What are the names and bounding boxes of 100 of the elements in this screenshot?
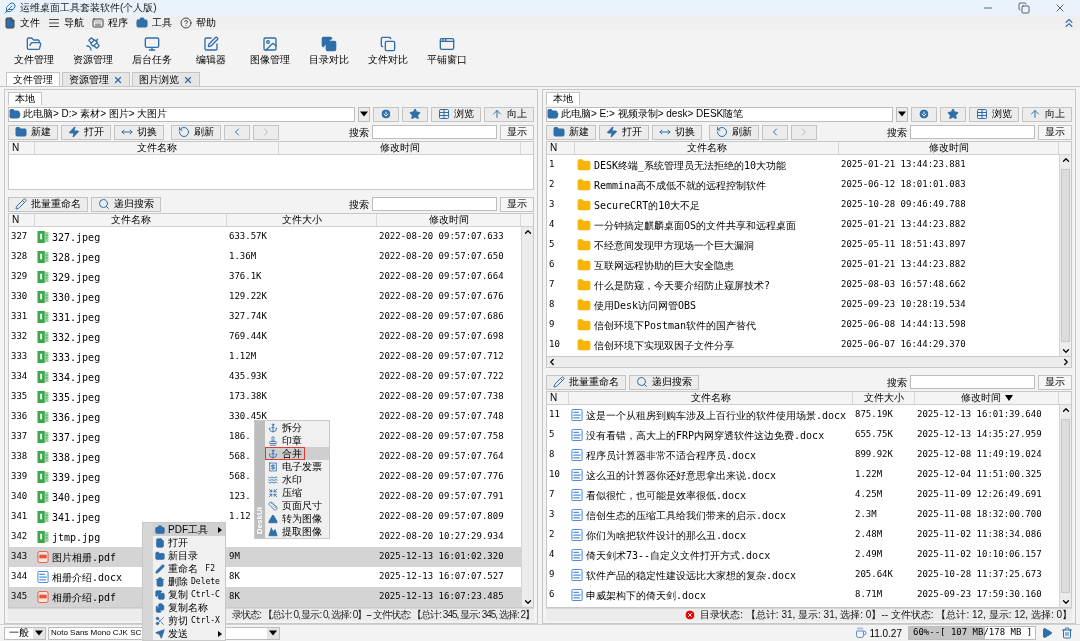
menu-item[interactable]: 水印 — [265, 473, 329, 486]
menu-item[interactable]: 复制 Ctrl-C — [153, 588, 225, 601]
menu-item[interactable]: 电子发票 — [265, 460, 329, 473]
toolbar-button[interactable]: 后台任务 — [122, 36, 181, 65]
menu-item[interactable]: 提取图像 — [265, 525, 329, 538]
toolbar-button[interactable]: 刷新 — [171, 124, 221, 140]
toolbar-button[interactable]: 新建 — [546, 124, 596, 140]
file-name: 一分钟搞定麒麟桌面OS的文件共享和远程桌面 — [594, 218, 797, 233]
column-header[interactable]: 修改时间 — [839, 142, 1059, 154]
document-tab[interactable]: 文件管理 — [6, 72, 60, 86]
column-header[interactable]: 文件名称 — [569, 392, 853, 404]
files-icon — [155, 602, 165, 613]
menu-item[interactable]: 转为图像 — [265, 512, 329, 525]
scrollbar[interactable] — [1059, 405, 1071, 607]
menu-item[interactable]: 新目录 — [153, 549, 225, 562]
toolbar-button[interactable]: 文件管理 — [4, 36, 63, 65]
favorite-button[interactable] — [940, 106, 966, 122]
search-field[interactable] — [372, 197, 497, 211]
menu-item[interactable]: 页面尺寸 — [265, 499, 329, 512]
toolbar-button[interactable]: 向上 — [484, 106, 534, 122]
show-button[interactable]: 显示 — [1038, 124, 1072, 140]
toolbar-button[interactable]: 目录对比 — [299, 36, 358, 65]
show-button[interactable]: 显示 — [500, 196, 534, 212]
scrollbar[interactable] — [521, 227, 533, 607]
column-header[interactable]: 文件名称 — [35, 214, 227, 226]
column-header[interactable]: N — [9, 142, 35, 154]
column-header[interactable]: N — [9, 214, 35, 226]
column-header[interactable]: 修改时间 — [377, 214, 521, 226]
menu-item[interactable]: 删除 Delete — [153, 575, 225, 588]
toolbar-button[interactable]: 打开 — [599, 124, 649, 140]
column-header[interactable]: 修改时间 — [915, 392, 1059, 404]
menu-item[interactable]: 压缩 — [265, 486, 329, 499]
scrollbar-thumb[interactable] — [1061, 169, 1070, 342]
column-header[interactable]: 文件名称 — [35, 142, 279, 154]
menu-item[interactable]: 打开 — [153, 536, 225, 549]
toolbar-button[interactable]: 递归搜索 — [629, 374, 699, 390]
dropdown-button[interactable] — [896, 106, 908, 122]
horizontal-scrollbar[interactable] — [546, 356, 1072, 368]
toolbar-button[interactable]: 浏览 — [969, 106, 1019, 122]
document-file-icon — [571, 589, 583, 601]
toolbar-button[interactable]: 新建 — [8, 124, 58, 140]
column-header[interactable]: 文件大小 — [227, 214, 377, 226]
file-size: 1.12 — [229, 510, 251, 524]
style-dropdown[interactable]: 一般 — [4, 626, 46, 640]
search-field[interactable] — [372, 125, 497, 139]
file-name: 这么丑的计算器你还好意思拿出来说.docx — [586, 468, 777, 483]
menu-item[interactable]: PDF工具 — [153, 523, 225, 536]
menu-item[interactable]: 合并 — [265, 447, 329, 460]
toolbar-button[interactable]: 批量重命名 — [546, 374, 626, 390]
document-file-icon — [571, 549, 583, 561]
toolbar-button[interactable]: 切换 — [114, 124, 164, 140]
menu-item[interactable]: 帮助 — [180, 16, 216, 29]
scrollbar-thumb[interactable] — [1061, 419, 1070, 593]
back-button[interactable] — [762, 124, 788, 140]
menu-item[interactable]: 印章 — [265, 434, 329, 447]
show-button[interactable]: 显示 — [500, 124, 534, 140]
menu-item[interactable]: 剪切 Ctrl-X — [153, 614, 225, 627]
pane-tab[interactable]: 本地 — [8, 92, 42, 105]
path-field[interactable]: 此电脑> E:> 视频录制> desk> DESK随笔 — [546, 106, 893, 122]
column-header[interactable]: 文件大小 — [853, 392, 915, 404]
show-button[interactable]: 显示 — [1038, 374, 1072, 390]
menu-item[interactable]: 拆分 — [265, 421, 329, 434]
toolbar-button[interactable]: 图像管理 — [240, 36, 299, 65]
column-header[interactable]: 修改时间 — [279, 142, 521, 154]
path-field[interactable]: 此电脑> D:> 素材> 图片> 大图片 — [8, 106, 355, 122]
modified-time: 2022-08-20 09:57:07.748 — [379, 410, 504, 424]
menu-item[interactable]: 工具 — [136, 16, 172, 29]
menu-item[interactable]: 复制名称 — [153, 601, 225, 614]
column-header[interactable]: 文件名称 — [575, 142, 839, 154]
back-button[interactable] — [224, 124, 250, 140]
toolbar-button[interactable]: 文件对比 — [358, 36, 417, 65]
search-field[interactable] — [910, 125, 1035, 139]
toolbar-button[interactable]: 递归搜索 — [91, 196, 161, 212]
toolbar-button[interactable]: 批量重命名 — [8, 196, 88, 212]
column-header[interactable]: N — [547, 392, 569, 404]
scrollbar[interactable] — [1059, 155, 1071, 356]
menu-item[interactable]: 文件 — [4, 16, 40, 29]
toolbar-button[interactable]: 平铺窗口 — [417, 36, 476, 65]
toolbar-button[interactable]: 刷新 — [709, 124, 759, 140]
menu-item[interactable]: 导航 — [48, 16, 84, 29]
menu-item[interactable]: 发送 — [153, 627, 225, 640]
document-tab[interactable]: 资源管理 — [62, 72, 130, 86]
toolbar-button[interactable]: 切换 — [652, 124, 702, 140]
search-field[interactable] — [910, 375, 1035, 389]
toolbar-button[interactable]: 向上 — [1022, 106, 1072, 122]
menu-item[interactable]: 程序 — [92, 16, 128, 29]
column-header[interactable]: N — [547, 142, 575, 154]
toolbar-button[interactable]: 编辑器 — [181, 36, 240, 65]
menu-item[interactable]: 重命名 F2 — [153, 562, 225, 575]
mountain-icon — [268, 526, 278, 537]
pane-tab[interactable]: 本地 — [546, 92, 580, 105]
favorite-button[interactable] — [402, 106, 428, 122]
download-button[interactable] — [911, 106, 937, 122]
download-button[interactable] — [373, 106, 399, 122]
anchor-icon — [268, 422, 278, 433]
document-tab[interactable]: 图片浏览 — [132, 72, 200, 86]
toolbar-button[interactable]: 打开 — [61, 124, 111, 140]
toolbar-button[interactable]: 浏览 — [431, 106, 481, 122]
toolbar-button[interactable]: 资源管理 — [63, 36, 122, 65]
dropdown-button[interactable] — [358, 106, 370, 122]
